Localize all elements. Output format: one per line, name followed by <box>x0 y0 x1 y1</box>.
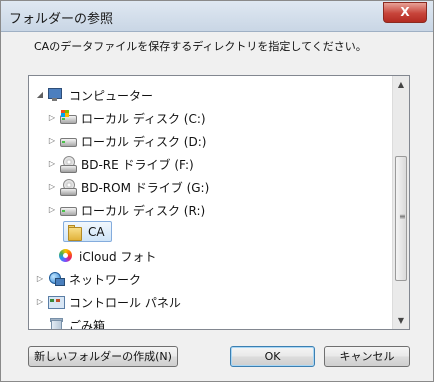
recycle-bin-icon <box>47 317 65 329</box>
expand-arrow-icon[interactable]: ▷ <box>35 274 45 284</box>
expand-arrow-icon[interactable]: ▷ <box>47 159 57 169</box>
expand-arrow-icon[interactable]: ▷ <box>47 136 57 146</box>
icloud-photos-icon <box>57 248 75 264</box>
scrollbar-thumb[interactable]: ≡ <box>395 156 407 281</box>
tree-item-drive-c[interactable]: ▷ ローカル ディスク (C:) <box>47 107 206 129</box>
window-title: フォルダーの参照 <box>9 12 114 27</box>
computer-icon <box>47 87 65 103</box>
bd-drive-icon <box>59 179 77 196</box>
tree-item-icloud-photos[interactable]: iCloud フォト <box>57 245 156 267</box>
tree-item-network[interactable]: ▷ ネットワーク <box>35 268 141 290</box>
tree-item-label: ごみ箱 <box>69 318 106 330</box>
tree-item-recycle-bin[interactable]: ごみ箱 <box>47 314 106 330</box>
instruction-text: CAのデータファイルを保存するディレクトリを指定してください。 <box>34 40 367 53</box>
windows-drive-icon <box>59 110 77 126</box>
tree-item-label: ローカル ディスク (R:) <box>81 203 206 218</box>
tree-item-label: ローカル ディスク (D:) <box>81 134 207 149</box>
close-button[interactable]: X <box>383 2 427 23</box>
scroll-up-arrow-icon[interactable]: ▲ <box>393 76 409 93</box>
collapse-arrow-icon[interactable]: ◢ <box>35 90 45 100</box>
folder-icon <box>66 224 84 241</box>
ok-button[interactable]: OK <box>230 346 315 367</box>
tree-item-drive-f[interactable]: ▷ BD-RE ドライブ (F:) <box>47 153 194 175</box>
expand-arrow-icon[interactable]: ▷ <box>47 182 57 192</box>
tree-item-drive-g[interactable]: ▷ BD-ROM ドライブ (G:) <box>47 176 209 198</box>
tree-item-label: ローカル ディスク (C:) <box>81 111 206 126</box>
network-icon <box>47 271 65 287</box>
cancel-button[interactable]: キャンセル <box>324 346 410 367</box>
tree-item-label: ネットワーク <box>69 272 142 287</box>
title-bar[interactable]: フォルダーの参照 X <box>1 1 433 32</box>
expand-arrow-icon[interactable]: ▷ <box>47 205 57 215</box>
bd-drive-icon <box>59 156 77 173</box>
control-panel-icon <box>47 294 65 310</box>
tree-item-label: iCloud フォト <box>79 249 157 264</box>
tree-item-drive-r[interactable]: ▷ ローカル ディスク (R:) <box>47 199 205 221</box>
vertical-scrollbar[interactable]: ▲ ≡ ▼ <box>392 76 409 329</box>
folder-tree[interactable]: ◢ コンピューター ▷ ローカル ディスク (C:) ▷ ローカル ディスク (… <box>28 75 410 330</box>
hard-drive-icon <box>59 133 77 149</box>
expand-arrow-icon[interactable]: ▷ <box>35 297 45 307</box>
tree-item-label: CA <box>88 224 105 239</box>
expand-arrow-icon[interactable]: ▷ <box>47 113 57 123</box>
tree-item-label: BD-RE ドライブ (F:) <box>81 157 194 172</box>
tree-item-computer[interactable]: ◢ コンピューター <box>35 84 153 106</box>
tree-item-label: BD-ROM ドライブ (G:) <box>81 180 210 195</box>
tree-item-drive-d[interactable]: ▷ ローカル ディスク (D:) <box>47 130 207 152</box>
tree-item-label: コントロール パネル <box>69 295 181 310</box>
hard-drive-icon <box>59 202 77 218</box>
grip-icon: ≡ <box>399 212 406 221</box>
scroll-down-arrow-icon[interactable]: ▼ <box>393 312 409 329</box>
tree-item-ca-folder[interactable]: CA <box>63 221 112 242</box>
browse-folder-dialog: フォルダーの参照 X CAのデータファイルを保存するディレクトリを指定してくださ… <box>0 0 434 382</box>
tree-item-label: コンピューター <box>69 88 154 103</box>
tree-item-control-panel[interactable]: ▷ コントロール パネル <box>35 291 181 313</box>
new-folder-button[interactable]: 新しいフォルダーの作成(N) <box>28 346 178 367</box>
